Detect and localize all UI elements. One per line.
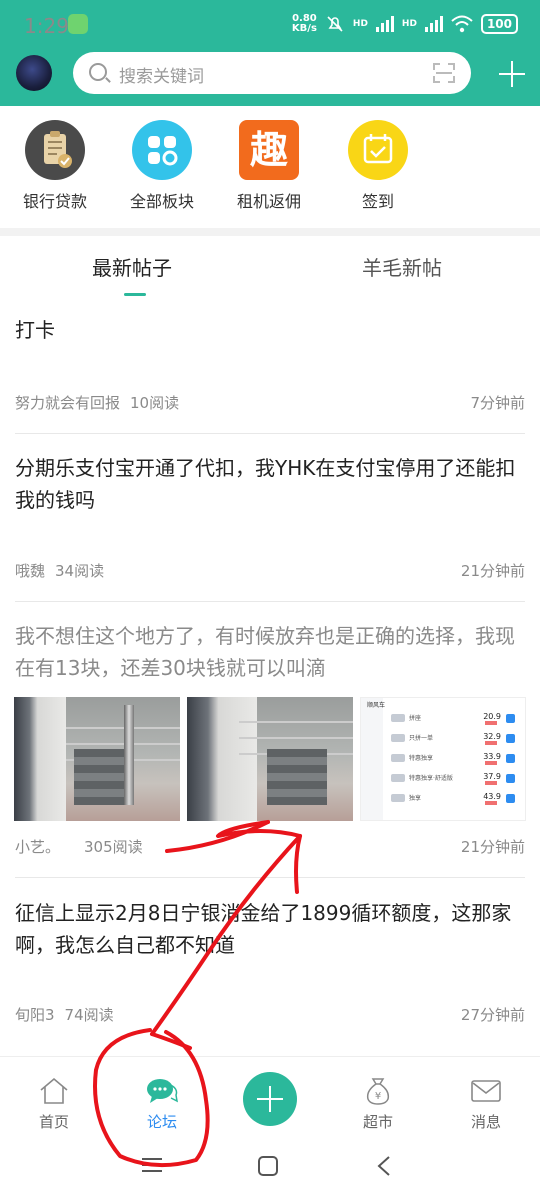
- back-icon[interactable]: [376, 1155, 392, 1177]
- search-bar[interactable]: 搜索关键词: [73, 52, 471, 94]
- signal-1-icon: [375, 16, 394, 32]
- wifi-icon: [451, 15, 473, 33]
- phone-call-icon: [68, 14, 88, 34]
- header-bar: 1:29 0.80 KB/s HD HD 100 搜索关键词: [0, 0, 540, 106]
- chat-bubble-icon: [146, 1077, 178, 1105]
- sim2-label: HD: [401, 19, 417, 29]
- grid-blocks-icon: [132, 120, 192, 180]
- post-meta: 旬阳3 74阅读: [15, 1004, 114, 1025]
- screenshot-row: 特惠独享·舒适版 37.9: [389, 772, 517, 786]
- quick-link-check-in[interactable]: 签到: [336, 120, 420, 212]
- post-image-screenshot[interactable]: 顺风车 拼座 20.9 只拼一单 32.9 特惠独享 33.9 特惠独享·舒适版 37.…: [360, 697, 526, 821]
- post-reads: 34阅读: [55, 562, 105, 580]
- nav-label: 首页: [38, 1113, 69, 1131]
- nav-forum[interactable]: 论坛: [122, 1077, 202, 1132]
- recents-icon[interactable]: [140, 1155, 164, 1175]
- calendar-check-icon: [348, 120, 408, 180]
- network-speed: 0.80 KB/s: [291, 13, 317, 34]
- post-time: 27分钟前: [460, 1006, 525, 1024]
- post-title[interactable]: 征信上显示2月8日宁银消金给了1899循环额度，这那家啊，我怎么自己都不知道: [15, 897, 527, 961]
- post-divider: [15, 601, 525, 602]
- quick-link-label: 全部板块: [129, 192, 194, 211]
- post-title[interactable]: 打卡: [15, 314, 527, 346]
- post-meta: 努力就会有回报 10阅读: [15, 392, 179, 413]
- section-separator: [0, 228, 540, 236]
- search-input[interactable]: 搜索关键词: [119, 62, 204, 87]
- app-screen: 1:29 0.80 KB/s HD HD 100 搜索关键词 银行贷款 全部板块…: [0, 0, 540, 1200]
- battery-indicator: 100: [480, 14, 518, 34]
- quick-links: 银行贷款 全部板块 趣 租机返佣 签到: [0, 106, 540, 230]
- svg-text:¥: ¥: [375, 1091, 381, 1102]
- nav-messages[interactable]: 消息: [446, 1077, 526, 1132]
- nav-market[interactable]: ¥ 超市: [338, 1077, 418, 1132]
- post-author[interactable]: 小艺。: [15, 838, 60, 856]
- post-author[interactable]: 旬阳3: [15, 1006, 55, 1024]
- home-icon: [38, 1077, 70, 1105]
- post-image-stairs-1[interactable]: [14, 697, 180, 821]
- screenshot-row: 独享 43.9: [389, 792, 517, 806]
- post-meta: 哦魏 34阅读: [15, 560, 104, 581]
- screenshot-row: 只拼一单 32.9: [389, 732, 517, 746]
- home-system-icon[interactable]: [257, 1155, 279, 1177]
- signal-2-icon: [424, 16, 443, 32]
- post-author[interactable]: 哦魏: [15, 562, 45, 580]
- status-bar: 1:29 0.80 KB/s HD HD 100: [0, 0, 540, 50]
- mute-icon: [327, 16, 343, 32]
- post-time: 21分钟前: [460, 838, 525, 856]
- create-post-button[interactable]: [243, 1072, 297, 1126]
- post-time: 7分钟前: [470, 394, 525, 412]
- quick-link-bank-loan[interactable]: 银行贷款: [13, 120, 97, 212]
- quick-link-label: 签到: [361, 192, 394, 211]
- screenshot-row: 拼座 20.9: [389, 712, 517, 726]
- money-bag-icon: ¥: [362, 1077, 394, 1105]
- sim1-label: HD: [352, 19, 368, 29]
- user-avatar[interactable]: [16, 55, 52, 91]
- tab-latest-posts[interactable]: 最新帖子: [92, 252, 172, 281]
- scan-icon[interactable]: [433, 63, 455, 83]
- search-icon: [89, 63, 107, 81]
- quick-link-label: 租机返佣: [236, 192, 301, 211]
- post-reads: 305阅读: [84, 838, 143, 856]
- clipboard-check-icon: [25, 120, 85, 180]
- nav-label: 超市: [362, 1113, 393, 1131]
- quick-link-rental-rebate[interactable]: 趣 租机返佣: [227, 120, 311, 212]
- post-title[interactable]: 我不想住这个地方了，有时候放弃也是正确的选择，我现在有13块，还差30块钱就可以…: [15, 620, 527, 684]
- post-reads: 74阅读: [64, 1006, 114, 1024]
- tab-deals-posts[interactable]: 羊毛新帖: [362, 252, 442, 281]
- quick-link-label: 银行贷款: [22, 192, 87, 211]
- post-author[interactable]: 努力就会有回报: [15, 394, 120, 412]
- post-divider: [15, 433, 525, 434]
- qu-character-icon: 趣: [239, 120, 299, 180]
- quick-link-all-boards[interactable]: 全部板块: [120, 120, 204, 212]
- post-image-stairs-2[interactable]: [187, 697, 353, 821]
- post-time: 21分钟前: [460, 562, 525, 580]
- nav-label: 消息: [470, 1113, 501, 1131]
- screenshot-row: 特惠独享 33.9: [389, 752, 517, 766]
- nav-home[interactable]: 首页: [14, 1077, 94, 1132]
- nav-label: 论坛: [146, 1113, 177, 1131]
- status-indicators: 0.80 KB/s HD HD 100: [292, 14, 518, 34]
- screenshot-header: 顺风车: [367, 702, 386, 709]
- post-divider: [15, 877, 525, 878]
- mail-icon: [470, 1077, 502, 1105]
- add-icon[interactable]: [496, 58, 528, 90]
- post-reads: 10阅读: [130, 394, 180, 412]
- post-meta: 小艺。 305阅读: [15, 836, 143, 857]
- active-tab-indicator: [124, 293, 146, 296]
- post-title[interactable]: 分期乐支付宝开通了代扣，我YHK在支付宝停用了还能扣我的钱吗: [15, 452, 527, 516]
